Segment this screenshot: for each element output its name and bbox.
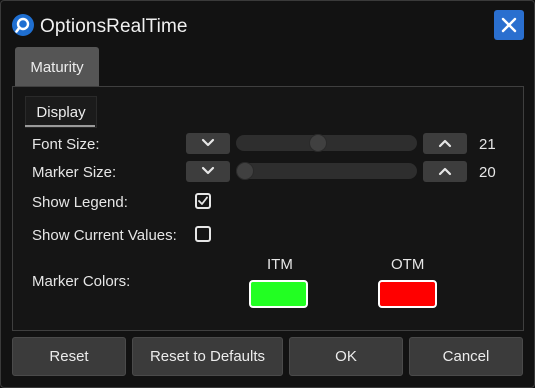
marker-size-decrease-button[interactable] [186, 161, 230, 182]
marker-size-value: 20 [479, 164, 496, 181]
show-current-values-checkbox[interactable] [195, 226, 211, 242]
close-button[interactable] [494, 10, 524, 40]
itm-label: ITM [267, 256, 293, 273]
tab-display-indicator [25, 125, 95, 127]
ok-button[interactable]: OK [289, 337, 403, 376]
marker-size-increase-button[interactable] [423, 161, 467, 182]
font-size-value: 21 [479, 136, 496, 153]
tab-maturity[interactable]: Maturity [15, 47, 99, 86]
show-current-values-label: Show Current Values: [32, 227, 177, 244]
checkmark-icon [198, 196, 208, 205]
close-icon [501, 17, 517, 33]
font-size-decrease-button[interactable] [186, 133, 230, 154]
chevron-up-icon [438, 167, 452, 176]
chevron-down-icon [201, 138, 215, 147]
marker-size-slider-thumb[interactable] [236, 162, 254, 180]
tab-display[interactable]: Display [25, 96, 97, 128]
chevron-up-icon [438, 139, 452, 148]
marker-size-slider[interactable] [236, 162, 417, 180]
font-size-slider-thumb[interactable] [309, 134, 328, 152]
marker-colors-label: Marker Colors: [32, 273, 131, 290]
otm-label: OTM [391, 256, 425, 273]
cancel-button[interactable]: Cancel [409, 337, 523, 376]
app-logo-icon [12, 14, 34, 36]
window-title: OptionsRealTime [40, 16, 188, 37]
otm-color-swatch[interactable] [378, 280, 437, 308]
show-legend-label: Show Legend: [32, 194, 128, 211]
font-size-label: Font Size: [32, 136, 100, 153]
itm-color-swatch[interactable] [249, 280, 308, 308]
show-legend-checkbox[interactable] [195, 193, 211, 209]
marker-size-label: Marker Size: [32, 164, 117, 181]
reset-button[interactable]: Reset [12, 337, 126, 376]
font-size-increase-button[interactable] [423, 133, 467, 154]
font-size-slider[interactable] [236, 134, 417, 152]
chevron-down-icon [201, 166, 215, 175]
reset-to-defaults-button[interactable]: Reset to Defaults [132, 337, 283, 376]
